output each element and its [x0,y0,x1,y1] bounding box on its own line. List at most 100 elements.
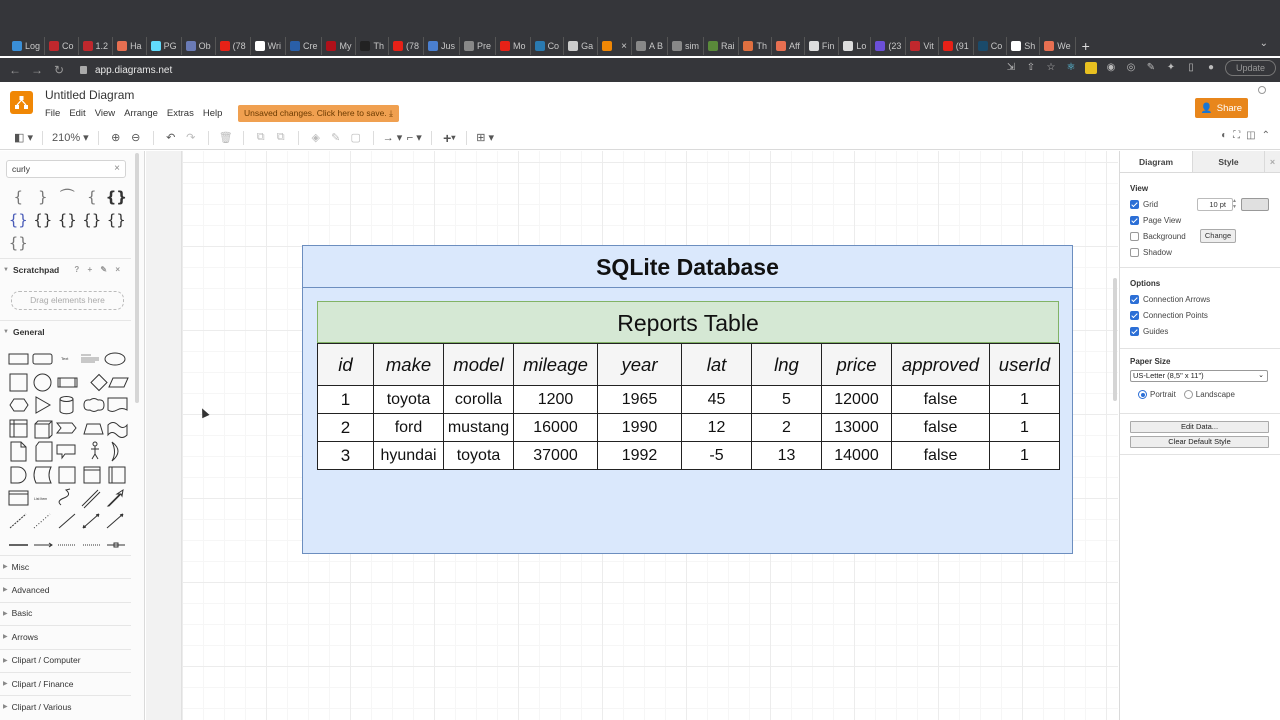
reports-table-grid[interactable]: id make model mileage year lat lng price approve… [317,343,1060,470]
guides-checkbox[interactable] [1130,327,1139,336]
change-background-button[interactable]: Change [1200,229,1236,243]
browser-tab[interactable]: Fin [805,37,840,55]
cell-lat[interactable]: 45 [681,385,752,414]
browser-tab[interactable]: (78 [389,37,425,55]
cell-lng[interactable]: 2 [751,413,822,442]
sqlite-database-container[interactable]: SQLite Database Reports Table id make mode… [302,245,1073,554]
connection-arrows-row[interactable]: Connection Arrows [1130,295,1210,304]
curly-brace-shape-icon[interactable]: } [31,188,56,206]
column-header-id[interactable]: id [317,343,374,386]
react-devtools-icon[interactable]: ⚛ [1065,62,1077,74]
language-globe-icon[interactable] [1258,86,1266,94]
browser-tab[interactable]: Sh [1007,37,1041,55]
close-tab-icon[interactable]: × [621,41,627,52]
general-shapes-palette[interactable]: Text List Item [6,347,131,537]
library-section-clipart-finance[interactable]: ▶ Clipart / Finance [0,672,131,694]
line-color-icon[interactable]: ✎ [328,129,344,147]
landscape-radio[interactable] [1183,390,1193,399]
clear-default-style-button[interactable]: Clear Default Style [1130,436,1269,448]
browser-tab[interactable]: Th [739,37,772,55]
curly-brace-shape-icon[interactable]: {} [31,211,56,229]
menu-edit[interactable]: Edit [69,108,85,119]
browser-tab[interactable]: Mo [496,37,531,55]
cell-make[interactable]: ford [373,413,444,442]
share-button[interactable]: 👤 Share [1195,98,1248,118]
zoom-out-icon[interactable]: ⊖ [128,129,144,147]
new-tab-button[interactable]: + [1082,38,1090,54]
curly-brace-shape-icon[interactable]: {} [6,211,31,229]
browser-tab[interactable]: (23 [871,37,907,55]
cell-userid[interactable]: 1 [989,385,1060,414]
update-button[interactable]: Update [1224,60,1276,76]
menu-file[interactable]: File [45,108,60,119]
cell-id[interactable]: 1 [317,385,374,414]
browser-tab[interactable]: sim [668,37,704,55]
browser-tab[interactable]: My [322,37,357,55]
browser-tab[interactable]: Ob [182,37,216,55]
shadow-checkbox[interactable] [1130,248,1139,257]
cell-make[interactable]: toyota [373,385,444,414]
browser-tab[interactable]: PG [147,37,182,55]
cell-lng[interactable]: 5 [751,385,822,414]
column-header-year[interactable]: year [597,343,682,386]
connection-style-icon[interactable]: → ▾ [383,129,403,147]
waypoints-icon[interactable]: ⌐ ▾ [406,129,422,147]
sidebar-scrollbar-thumb[interactable] [135,153,139,403]
library-section-clipart-computer[interactable]: ▶ Clipart / Computer [0,648,131,671]
browser-tab[interactable]: Vit [906,37,939,55]
browser-tab[interactable]: Ha [113,37,147,55]
browser-tab[interactable]: Rai [704,37,740,55]
diagram-canvas[interactable]: SQLite Database Reports Table id make mode… [146,151,1118,720]
curly-brace-shape-icon[interactable]: {} [104,188,129,206]
table-row[interactable]: 3 hyundai toyota 37000 1992 -5 13 14000 false 1 [317,441,1060,470]
guides-row[interactable]: Guides [1130,327,1168,336]
library-section-basic[interactable]: ▶ Basic [0,601,131,624]
browser-tab[interactable]: Wri [251,37,286,55]
cell-price[interactable]: 12000 [821,385,892,414]
extension-pen-icon[interactable]: ✎ [1145,62,1157,74]
connector-shapes-row[interactable] [6,540,131,550]
browser-tab[interactable]: Co [45,37,79,55]
tab-search-button[interactable]: ⌄ [1260,38,1268,49]
cell-approved[interactable]: false [891,385,990,414]
reports-table[interactable]: Reports Table id make model mileage year lat l… [317,301,1060,470]
scratchpad-drop-zone[interactable]: Drag elements here [11,291,124,310]
cell-userid[interactable]: 1 [989,441,1060,470]
format-panel-toggle-icon[interactable]: ◧ ▾ [14,129,33,147]
diagram-page[interactable]: SQLite Database Reports Table id make mode… [181,151,1118,720]
cell-mileage[interactable]: 16000 [513,413,598,442]
fullscreen-icon[interactable]: ⛶ [1233,130,1240,141]
document-title[interactable]: Untitled Diagram [45,88,134,102]
column-header-make[interactable]: make [373,343,444,386]
edit-data-button[interactable]: Edit Data... [1130,421,1269,433]
grid-color-swatch[interactable] [1241,198,1269,211]
to-back-icon[interactable]: ⧉ [273,129,289,147]
connection-points-checkbox[interactable] [1130,311,1139,320]
column-header-price[interactable]: price [821,343,892,386]
curly-brace-shape-icon[interactable]: {} [80,211,105,229]
library-section-misc[interactable]: ▶ Misc [0,555,131,577]
dark-mode-icon[interactable]: ◐ [1221,130,1227,141]
forward-icon[interactable]: → [26,63,48,77]
scratchpad-tools[interactable]: ? + ✎ × [74,265,123,274]
browser-tab[interactable]: Th [356,37,389,55]
tab-diagram[interactable]: Diagram [1120,151,1192,172]
unsaved-changes-button[interactable]: Unsaved changes. Click here to save. ⤓ [238,105,399,122]
shape-search-input[interactable]: curly × [6,160,126,178]
format-panel-icon[interactable]: ◫ [1246,130,1255,141]
bookmark-star-icon[interactable]: ☆ [1045,62,1057,74]
curly-brace-shape-icon[interactable]: ⏜ [55,188,80,206]
url-field[interactable]: app.diagrams.net [80,65,172,76]
cell-lng[interactable]: 13 [751,441,822,470]
browser-tab[interactable]: Ga [564,37,599,55]
background-checkbox-row[interactable]: Background [1130,232,1186,241]
cell-price[interactable]: 14000 [821,441,892,470]
install-app-icon[interactable]: ⇲ [1005,62,1017,74]
paper-size-select[interactable]: US-Letter (8,5" x 11") ⌄ [1130,370,1268,382]
reports-table-title[interactable]: Reports Table [317,301,1059,343]
curly-brace-shape-icon[interactable]: {} [55,211,80,229]
share-page-icon[interactable]: ⇧ [1025,62,1037,74]
cell-id[interactable]: 3 [317,441,374,470]
grid-size-input[interactable]: 10 pt [1197,198,1233,211]
column-header-approved[interactable]: approved [891,343,990,386]
